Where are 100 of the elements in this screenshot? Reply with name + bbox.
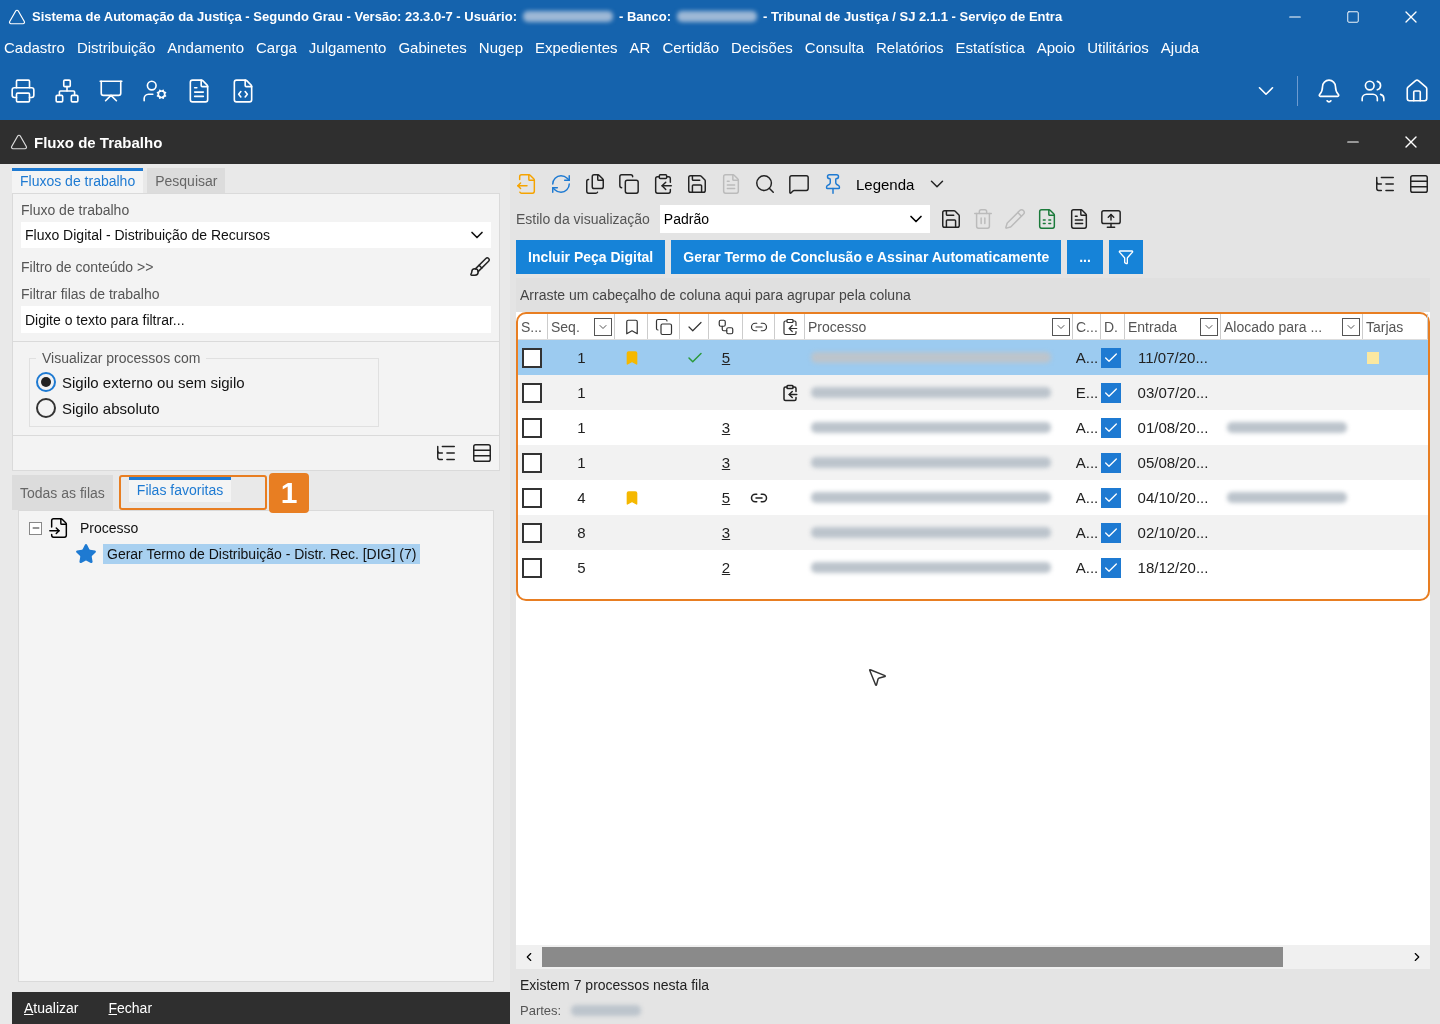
action-button[interactable]: Incluir Peça Digital [516,240,666,274]
users-icon[interactable] [1360,78,1386,104]
row-checkbox[interactable] [522,382,542,403]
bell-icon[interactable] [1316,78,1342,104]
table-cell-text: A... [1074,523,1100,543]
checkbox[interactable] [1101,382,1121,403]
filter-icon[interactable] [1117,249,1134,265]
filter-button[interactable] [1108,240,1143,274]
row-checkbox[interactable] [522,347,542,368]
window-title: - Tribunal de Justiça / SJ 2.1.1 - Serviço de Entra [763,9,1063,24]
column-header[interactable]: Entrada [1128,318,1178,335]
mouse-cursor-icon [866,666,888,688]
comment-icon[interactable] [788,173,810,195]
table-row[interactable]: 8 3 A... 02/10/20... [518,515,1428,550]
table-row[interactable]: 1 3 A... 05/08/20... [518,445,1428,480]
search-icon[interactable] [754,173,776,195]
menu-item[interactable]: Andamento [167,39,244,56]
tab[interactable]: Pesquisar [147,168,226,193]
menu-item[interactable]: Expedientes [535,39,618,56]
save-icon[interactable] [686,173,708,195]
list-view-icon[interactable] [1408,173,1430,195]
column-header[interactable]: D. [1104,318,1118,335]
table-row[interactable]: 1 5 A... 11/07/20... [518,340,1428,375]
refresh-icon[interactable] [550,173,572,195]
column-header[interactable]: C... [1076,318,1098,335]
menu-item[interactable]: Utilitários [1087,39,1149,56]
column-header[interactable]: Tarjas [1366,318,1404,335]
table-cell-text: 1 [576,383,587,403]
footer-button[interactable]: Fechar [108,1000,153,1016]
menu-item[interactable]: Estatística [955,39,1025,56]
column-header[interactable]: S... [521,318,542,335]
count-link[interactable]: 3 [721,524,731,541]
action-button[interactable]: Gerar Termo de Conclusão e Assinar Automaticamente [671,240,1062,274]
column-header[interactable]: Alocado para ... [1224,318,1323,335]
row-checkbox[interactable] [522,522,542,543]
count-link[interactable]: 5 [721,489,731,506]
tree-item[interactable]: Gerar Termo de Distribuição - Distr. Rec. [DIG] (7) [103,544,421,564]
menu-item[interactable]: Carga [256,39,297,56]
menu-item[interactable]: Gabinetes [398,39,467,56]
tab[interactable]: Todas as filas [12,475,113,510]
checkbox[interactable] [1101,557,1121,578]
checkbox[interactable] [1101,417,1121,438]
menu-item[interactable]: Ajuda [1160,39,1200,56]
save-icon[interactable] [939,208,962,230]
column-header[interactable]: Seq. [551,318,580,335]
menu-item[interactable]: Cadastro [4,39,65,56]
count-link[interactable]: 2 [721,559,731,576]
count-link[interactable]: 3 [721,454,731,471]
count-link[interactable]: 5 [721,349,731,366]
menu-item[interactable]: Nugep [478,39,523,56]
hierarchy-icon [717,317,735,336]
column-header[interactable]: Processo [808,318,867,335]
checkbox[interactable] [1101,522,1121,543]
copy-icon[interactable] [618,173,640,195]
filter-input[interactable]: Digite o texto para filtrar... [21,306,491,333]
menu-item[interactable]: Relatórios [876,39,944,56]
tab[interactable]: Filas favoritas [128,477,232,502]
menu-item[interactable]: Apoio [1036,39,1076,56]
copy-icon[interactable] [584,173,606,195]
printer-icon[interactable] [10,78,36,104]
workflow-select[interactable]: Fluxo Digital - Distribuição de Recursos [21,222,491,248]
table-row[interactable]: 1 E... 03/07/20... [518,375,1428,410]
checkbox[interactable] [1101,452,1121,473]
org-chart-icon[interactable] [54,78,80,104]
action-button[interactable]: ... [1067,240,1103,274]
table-cell-text: 18/12/20... [1136,558,1210,578]
table-cell-text: 04/10/20... [1136,488,1210,508]
monitor-icon[interactable] [1099,208,1122,230]
radio-option[interactable]: Sigilo absoluto [36,398,372,418]
menu-item[interactable]: Decisões [731,39,793,56]
home-icon[interactable] [1404,78,1430,104]
menu-item[interactable]: Consulta [804,39,864,56]
row-checkbox[interactable] [522,487,542,508]
content-filter-link[interactable]: Filtro de conteúdo >> [21,259,154,275]
checkbox[interactable] [1101,347,1121,368]
menu-item[interactable]: Julgamento [308,39,387,56]
list-view-icon[interactable] [471,442,493,464]
board-icon[interactable] [98,78,124,104]
menu-item[interactable]: Distribuição [76,39,156,56]
user-settings-icon[interactable] [142,78,168,104]
restore-icon[interactable] [1346,9,1360,24]
count-link[interactable]: 3 [721,419,731,436]
table-cell-text: 5 [576,558,587,578]
row-checkbox[interactable] [522,417,542,438]
tab[interactable]: Fluxos de trabalho [12,168,144,193]
radio-option[interactable]: Sigilo externo ou sem sigilo [36,372,372,392]
row-checkbox[interactable] [522,557,542,578]
row-checkbox[interactable] [522,452,542,473]
table-cell-text: E... [1074,383,1100,403]
style-select[interactable]: Padrão [659,205,930,233]
brush-icon[interactable] [469,256,491,278]
clipboard-icon[interactable] [652,173,674,195]
menu-item[interactable]: Certidão [662,39,720,56]
table-cell-text: 03/07/20... [1136,383,1210,403]
footer-button[interactable]: Atualizar [24,1000,79,1016]
legend-button[interactable]: Legenda [856,175,915,193]
menu-item[interactable]: AR [629,39,651,56]
tree-item[interactable]: Processo [76,518,143,538]
horizontal-scrollbar[interactable] [516,945,1430,969]
checkbox[interactable] [1101,487,1121,508]
